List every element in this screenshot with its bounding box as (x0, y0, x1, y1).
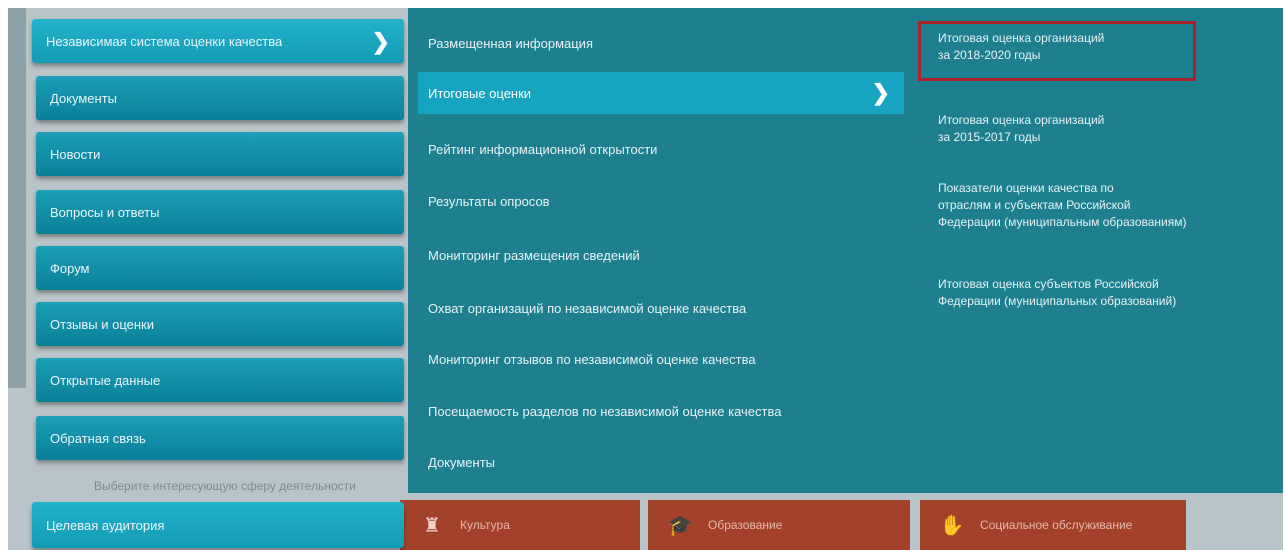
menu-item-label: Документы (50, 90, 118, 106)
third-item-line: Итоговая оценка субъектов Российской (938, 277, 1159, 291)
main-menu: Независимая система оценки качества ❯ До… (8, 8, 408, 550)
third-item-line: за 2018-2020 годы (938, 48, 1041, 62)
submenu-item-placement-monitoring[interactable]: Мониторинг размещения сведений (428, 248, 640, 263)
menu-item-independent-assessment[interactable]: Независимая система оценки качества ❯ (32, 19, 404, 63)
third-item-line: Итоговая оценка организаций (938, 31, 1105, 45)
chevron-right-icon: ❯ (371, 29, 390, 54)
chevron-right-icon: ❯ (871, 80, 890, 105)
submenu-item-attendance[interactable]: Посещаемость разделов по независимой оце… (428, 404, 781, 419)
menu-item-target-audience[interactable]: Целевая аудитория (32, 502, 404, 548)
submenu-item-survey-results[interactable]: Результаты опросов (428, 194, 550, 209)
menu-item-reviews[interactable]: Отзывы и оценки (36, 302, 404, 346)
menu-item-feedback[interactable]: Обратная связь (36, 416, 404, 460)
tile-social-service[interactable]: ✋ Социальное обслуживание (920, 500, 1186, 550)
hands-icon: ✋ (939, 514, 965, 537)
menu-item-label: Независимая система оценки качества (46, 33, 283, 49)
submenu-item-label: Итоговые оценки (428, 85, 532, 101)
third-item-line: Федерации (муниципальных образований) (938, 294, 1177, 308)
theater-icon: ♜ (423, 514, 441, 537)
menu-item-open-data[interactable]: Открытые данные (36, 358, 404, 402)
menu-item-forum[interactable]: Форум (36, 246, 404, 290)
submenu-item-coverage[interactable]: Охват организаций по независимой оценке … (428, 301, 746, 316)
menu-item-label: Обратная связь (50, 430, 146, 446)
submenu-item-final-scores[interactable]: Итоговые оценки ❯ (418, 72, 904, 114)
submenu-item-openness-rating[interactable]: Рейтинг информационной открытости (428, 142, 657, 157)
menu-item-news[interactable]: Новости (36, 132, 404, 176)
tile-label: Культура (460, 518, 510, 532)
menu-item-label: Отзывы и оценки (50, 316, 154, 332)
tile-culture[interactable]: ♜ Культура (400, 500, 640, 550)
third-item-line: за 2015-2017 годы (938, 130, 1041, 144)
third-item-line: Итоговая оценка организаций (938, 113, 1105, 127)
graduation-cap-icon: 🎓 (667, 514, 693, 537)
menu-item-label: Форум (50, 260, 90, 276)
menu-item-label: Вопросы и ответы (50, 204, 160, 220)
submenu-item-documents[interactable]: Документы (428, 455, 495, 470)
menu-item-faq[interactable]: Вопросы и ответы (36, 190, 404, 234)
third-item-quality-indicators[interactable]: Показатели оценки качества по отраслям и… (938, 180, 1283, 231)
submenu-panel: Размещенная информация Итоговые оценки ❯… (408, 8, 1283, 493)
tile-education[interactable]: 🎓 Образование (648, 500, 910, 550)
tile-label: Социальное обслуживание (980, 518, 1133, 532)
third-item-regions-final[interactable]: Итоговая оценка субъектов Российской Фед… (938, 276, 1283, 310)
menu-item-label: Новости (50, 146, 101, 162)
menu-item-label: Открытые данные (50, 372, 161, 388)
menu-item-label: Целевая аудитория (46, 517, 165, 533)
third-item-line: Федерации (муниципальным образованиям) (938, 215, 1187, 229)
third-item-final-2015-2017[interactable]: Итоговая оценка организаций за 2015-2017… (938, 112, 1283, 146)
page-frame: Выберите интересующую сферу деятельности… (8, 8, 1283, 550)
submenu-item-reviews-monitoring[interactable]: Мониторинг отзывов по независимой оценке… (428, 352, 756, 367)
submenu-item-posted-info[interactable]: Размещенная информация (428, 36, 593, 51)
third-item-line: отраслям и субъектам Российской (938, 198, 1131, 212)
menu-item-documents[interactable]: Документы (36, 76, 404, 120)
third-item-final-2018-2020[interactable]: Итоговая оценка организаций за 2018-2020… (918, 21, 1196, 81)
third-item-line: Показатели оценки качества по (938, 181, 1114, 195)
tile-label: Образование (708, 518, 783, 532)
